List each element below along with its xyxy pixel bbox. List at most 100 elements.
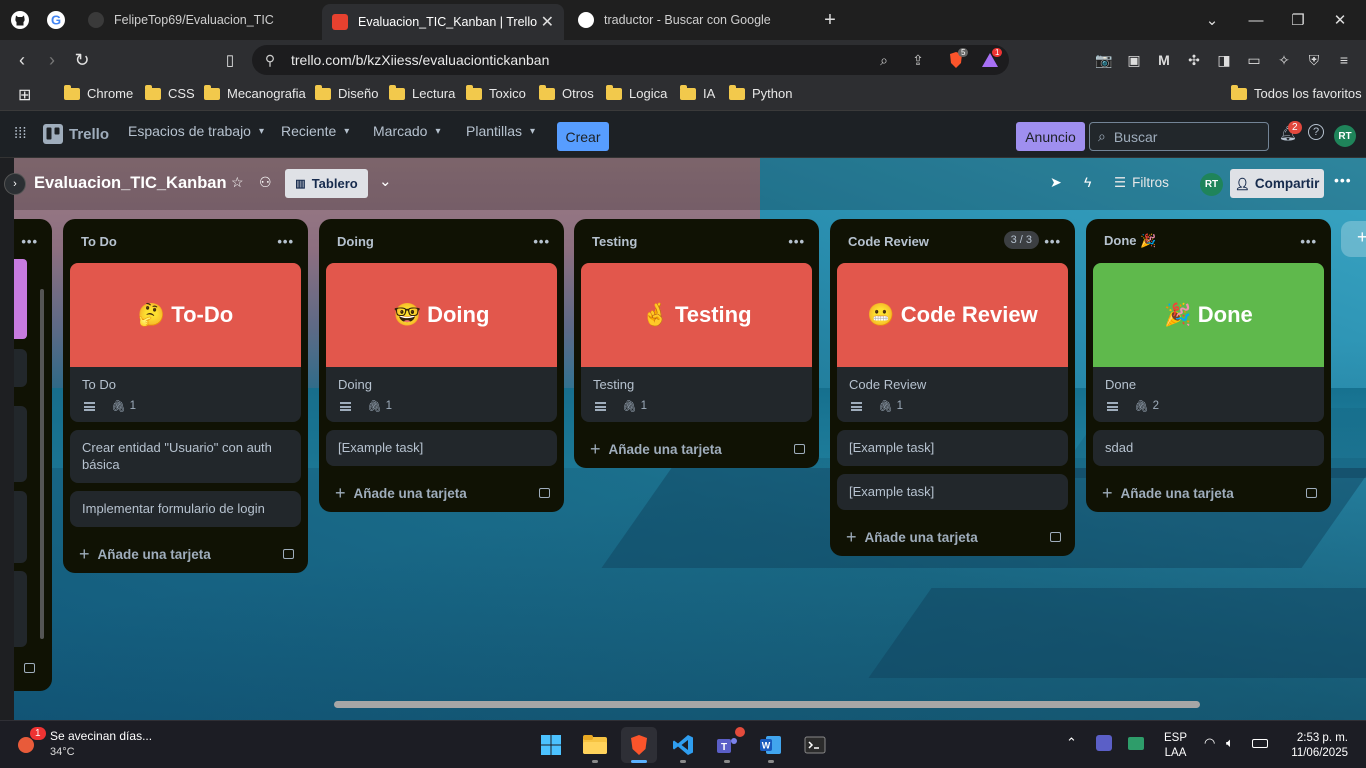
star-icon[interactable]: ☆ bbox=[231, 174, 244, 191]
nav-starred[interactable]: Marcado ▾ bbox=[373, 123, 441, 139]
template-icon[interactable] bbox=[1050, 532, 1061, 542]
tab-github[interactable]: FelipeTop69/Evaluacion_TIC bbox=[78, 4, 318, 36]
all-bookmarks[interactable]: Todos los favoritos bbox=[1231, 84, 1362, 101]
template-icon[interactable] bbox=[539, 488, 550, 498]
template-icon[interactable] bbox=[794, 444, 805, 454]
url-text[interactable]: trello.com/b/kzXiiess/evaluaciontickanba… bbox=[291, 52, 549, 68]
forward-button[interactable]: › bbox=[40, 48, 64, 72]
bookmark-page-icon[interactable]: ▯ bbox=[218, 48, 242, 72]
template-icon[interactable] bbox=[1306, 488, 1317, 498]
add-card-button[interactable]: + Añade una tarjeta bbox=[1086, 474, 1331, 512]
bookmark-diseno[interactable]: Diseño bbox=[315, 84, 378, 101]
chevron-down-icon[interactable]: ⌄ bbox=[379, 172, 392, 190]
list-more-icon[interactable]: ••• bbox=[533, 234, 550, 249]
address-bar[interactable]: ⚲ trello.com/b/kzXiiess/evaluaciontickan… bbox=[252, 45, 1009, 75]
bookmark-otros[interactable]: Otros bbox=[539, 84, 594, 101]
card[interactable]: [Example task] bbox=[326, 430, 557, 466]
file-explorer-button[interactable] bbox=[577, 727, 613, 763]
more-icon[interactable]: ••• bbox=[21, 234, 38, 249]
card[interactable]: [Example task] bbox=[837, 430, 1068, 466]
board-view-button[interactable]: ▥ Tablero bbox=[285, 169, 368, 198]
list-title[interactable]: Done 🎉 bbox=[1104, 233, 1156, 249]
word-button[interactable]: W bbox=[753, 727, 789, 763]
member-avatar[interactable]: RT bbox=[1200, 173, 1223, 196]
site-info-icon[interactable]: ⚲ bbox=[260, 50, 280, 70]
google-icon[interactable]: G bbox=[41, 0, 71, 40]
list-title[interactable]: Doing bbox=[337, 234, 374, 249]
app-switcher-icon[interactable]: ⁞⁞⁞ bbox=[14, 125, 27, 142]
list-more-icon[interactable]: ••• bbox=[1300, 234, 1317, 249]
bookmark-mecanografia[interactable]: Mecanografia bbox=[204, 84, 306, 101]
terminal-button[interactable] bbox=[797, 727, 833, 763]
card[interactable]: 🤔 To-Do To Do 🖇︎ 1 bbox=[70, 263, 301, 422]
clock[interactable]: 2:53 p. m. 11/06/2025 bbox=[1282, 731, 1348, 761]
board-horizontal-scrollbar[interactable] bbox=[14, 698, 1366, 708]
wifi-icon[interactable]: ◠ bbox=[1204, 735, 1215, 751]
start-button[interactable] bbox=[533, 727, 569, 763]
bookmark-css[interactable]: CSS bbox=[145, 84, 195, 101]
github-icon[interactable] bbox=[0, 0, 40, 40]
zoom-icon[interactable]: ⌕ bbox=[874, 50, 894, 70]
search-input[interactable]: ⌕ Buscar bbox=[1089, 122, 1269, 151]
image-icon[interactable]: ▣ bbox=[1124, 50, 1144, 70]
card[interactable]: 😬 Code Review Code Review 🖇︎ 1 bbox=[837, 263, 1068, 422]
trello-logo[interactable]: Trello bbox=[43, 124, 109, 144]
camera-icon[interactable]: 📷 bbox=[1094, 50, 1114, 70]
tray-app-icon[interactable] bbox=[1128, 737, 1144, 750]
back-button[interactable]: ‹ bbox=[10, 48, 34, 72]
teams-button[interactable]: T bbox=[709, 727, 745, 763]
template-icon[interactable] bbox=[283, 549, 294, 559]
puzzle-icon[interactable]: ✣ bbox=[1184, 50, 1204, 70]
board-title[interactable]: Evaluacion_TIC_Kanban bbox=[34, 174, 227, 193]
close-window-button[interactable]: ✕ bbox=[1320, 0, 1360, 40]
bookmark-ia[interactable]: IA bbox=[680, 84, 715, 101]
apps-grid-icon[interactable]: ⊞ bbox=[18, 85, 31, 105]
vscode-button[interactable] bbox=[665, 727, 701, 763]
tab-google[interactable]: traductor - Buscar con Google bbox=[568, 4, 808, 36]
brave-button[interactable] bbox=[621, 727, 657, 763]
menu-icon[interactable]: ≡ bbox=[1334, 50, 1354, 70]
share-button[interactable]: 👤︎ Compartir bbox=[1230, 169, 1324, 198]
tab-trello[interactable]: Evaluacion_TIC_Kanban | Trello ✕ bbox=[322, 4, 564, 40]
sidebar-icon[interactable]: ◨ bbox=[1214, 50, 1234, 70]
tab-list-chevron-icon[interactable]: ⌄ bbox=[1192, 0, 1232, 40]
close-tab-icon[interactable]: ✕ bbox=[541, 12, 554, 32]
add-card-button[interactable]: + Añade una tarjeta bbox=[574, 430, 819, 468]
battery-icon[interactable] bbox=[1252, 739, 1268, 748]
automation-icon[interactable]: ϟ bbox=[1084, 174, 1091, 190]
leo-ai-icon[interactable]: ✧ bbox=[1274, 50, 1294, 70]
filters-button[interactable]: ☰ Filtros bbox=[1114, 175, 1169, 191]
card[interactable]: 🤓 Doing Doing 🖇︎ 1 bbox=[326, 263, 557, 422]
visibility-icon[interactable]: ⚇ bbox=[259, 174, 272, 191]
power-ups-icon[interactable]: ➤ bbox=[1050, 174, 1062, 191]
weather-widget[interactable]: 1 Se avecinan días... 34°C bbox=[16, 727, 166, 763]
bookmark-lectura[interactable]: Lectura bbox=[389, 84, 455, 101]
scrollbar-thumb[interactable] bbox=[334, 701, 1200, 708]
reload-button[interactable]: ↻ bbox=[70, 48, 94, 72]
announcement-button[interactable]: Anuncio bbox=[1016, 122, 1085, 151]
nav-workspaces[interactable]: Espacios de trabajo ▾ bbox=[128, 123, 264, 139]
add-list-button[interactable]: + bbox=[1341, 221, 1366, 257]
bookmark-chrome[interactable]: Chrome bbox=[64, 84, 133, 101]
create-button[interactable]: Crear bbox=[557, 122, 609, 151]
card[interactable]: Implementar formulario de login bbox=[70, 491, 301, 527]
list-more-icon[interactable]: ••• bbox=[277, 234, 294, 249]
add-card-button[interactable]: + Añade una tarjeta bbox=[63, 535, 308, 573]
share-icon[interactable]: ⇪ bbox=[908, 50, 928, 70]
card[interactable]: 🤞 Testing Testing 🖇︎ 1 bbox=[581, 263, 812, 422]
new-tab-button[interactable]: + bbox=[810, 0, 850, 40]
card[interactable]: [Example task] bbox=[837, 474, 1068, 510]
help-icon[interactable]: ? bbox=[1308, 124, 1324, 140]
list-title[interactable]: Testing bbox=[592, 234, 637, 249]
nav-templates[interactable]: Plantillas ▾ bbox=[466, 123, 535, 139]
list-title[interactable]: To Do bbox=[81, 234, 117, 249]
restore-button[interactable]: ❐ bbox=[1278, 0, 1318, 40]
card[interactable]: sdad bbox=[1093, 430, 1324, 466]
list-more-icon[interactable]: ••• bbox=[788, 234, 805, 249]
card[interactable]: 🎉 Done Done 🖇︎ 2 bbox=[1093, 263, 1324, 422]
card[interactable]: Crear entidad "Usuario" con auth básica bbox=[70, 430, 301, 483]
bookmark-python[interactable]: Python bbox=[729, 84, 792, 101]
add-card-button[interactable]: + Añade una tarjeta bbox=[319, 474, 564, 512]
template-icon[interactable] bbox=[24, 663, 35, 673]
more-options-icon[interactable]: ••• bbox=[1334, 172, 1352, 188]
